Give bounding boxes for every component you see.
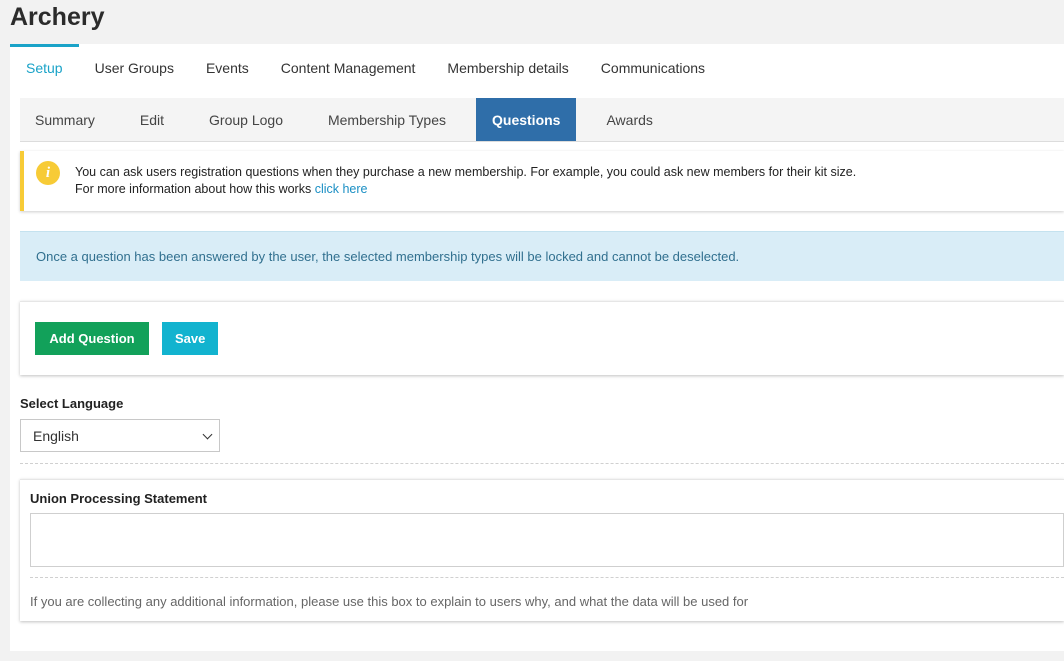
statement-textarea[interactable] bbox=[30, 513, 1064, 567]
statement-help-text: If you are collecting any additional inf… bbox=[30, 594, 749, 609]
subtab-edit[interactable]: Edit bbox=[125, 98, 179, 141]
language-selected-value: English bbox=[33, 427, 79, 444]
subtab-awards[interactable]: Awards bbox=[591, 98, 667, 141]
info-line2-prefix: For more information about how this work… bbox=[75, 182, 315, 196]
divider bbox=[20, 463, 1064, 464]
chevron-down-icon bbox=[202, 429, 213, 440]
info-line2: For more information about how this work… bbox=[75, 181, 856, 198]
info-text: You can ask users registration questions… bbox=[75, 164, 856, 198]
statement-divider bbox=[30, 577, 1064, 578]
notice-text: Once a question has been answered by the… bbox=[36, 249, 740, 264]
info-icon: i bbox=[36, 161, 60, 185]
click-here-link[interactable]: click here bbox=[315, 182, 368, 196]
info-line1: You can ask users registration questions… bbox=[75, 165, 857, 179]
subtab-group-logo[interactable]: Group Logo bbox=[194, 98, 298, 141]
tab-communications[interactable]: Communications bbox=[585, 44, 721, 88]
main-panel: Summary Edit Group Logo Membership Types… bbox=[10, 88, 1064, 651]
page-title: Archery bbox=[10, 3, 105, 31]
tab-content-management[interactable]: Content Management bbox=[265, 44, 432, 88]
top-tabs: Setup User Groups Events Content Managem… bbox=[10, 44, 1064, 88]
sub-tabs: Summary Edit Group Logo Membership Types… bbox=[20, 98, 1064, 142]
tab-membership-details[interactable]: Membership details bbox=[431, 44, 584, 88]
subtab-membership-types[interactable]: Membership Types bbox=[313, 98, 461, 141]
select-language-label: Select Language bbox=[20, 396, 124, 411]
subtab-questions[interactable]: Questions bbox=[476, 98, 577, 141]
statement-panel: Union Processing Statement If you are co… bbox=[20, 479, 1064, 621]
add-question-button[interactable]: Add Question bbox=[35, 322, 149, 355]
actions-panel: Add Question Save bbox=[20, 301, 1064, 375]
tab-events[interactable]: Events bbox=[190, 44, 265, 88]
subtab-summary[interactable]: Summary bbox=[20, 98, 110, 141]
tab-setup[interactable]: Setup bbox=[10, 44, 79, 88]
info-alert: i You can ask users registration questio… bbox=[20, 151, 1064, 211]
tab-user-groups[interactable]: User Groups bbox=[79, 44, 190, 88]
save-button[interactable]: Save bbox=[162, 322, 218, 355]
notice-alert: Once a question has been answered by the… bbox=[20, 231, 1064, 281]
language-select[interactable]: English bbox=[20, 419, 220, 452]
statement-label: Union Processing Statement bbox=[30, 491, 207, 506]
